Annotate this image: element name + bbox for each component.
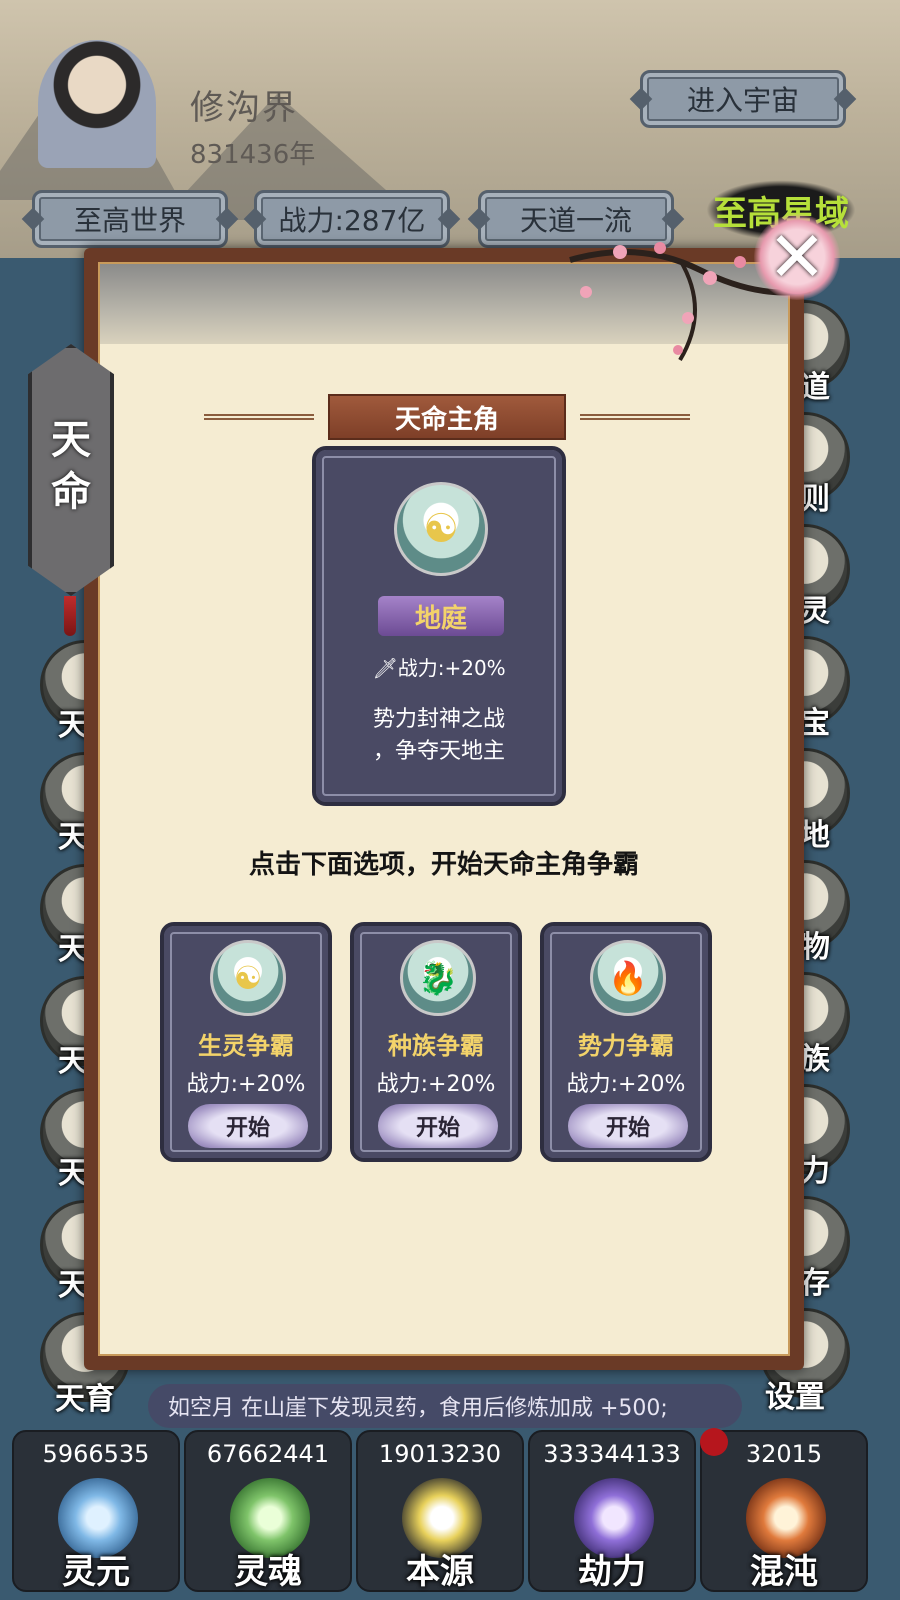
destiny-panel-body: 天命主角 ☯ 地庭 🗡战力:+20% 势力封神之战 ，争夺天地主 点击下面选项，…	[98, 262, 790, 1356]
left-menu-label: 天育	[55, 1382, 115, 1417]
sword-icon: 🗡	[372, 656, 398, 680]
section-header: 天命主角	[100, 394, 788, 440]
enter-universe-button[interactable]: 进入宇宙	[640, 70, 846, 128]
destiny-panel: 天命主角 ☯ 地庭 🗡战力:+20% 势力封神之战 ，争夺天地主 点击下面选项，…	[84, 248, 804, 1370]
power-badge[interactable]: 战力:287亿	[254, 190, 450, 248]
resource-value: 333344133	[543, 1440, 681, 1468]
option-power: 战力:+20%	[566, 1072, 686, 1097]
resource-value: 19013230	[378, 1440, 502, 1468]
panel-corner	[100, 264, 122, 286]
flame-icon: 🔥	[590, 940, 666, 1016]
enter-universe-label: 进入宇宙	[686, 84, 799, 117]
resource-linghun[interactable]: 67662441 灵魂	[184, 1430, 352, 1592]
tassel-decoration	[64, 596, 76, 636]
close-button[interactable]: ✕	[754, 214, 840, 300]
panel-corner	[766, 1332, 788, 1354]
option-card-faction[interactable]: 🔥 势力争霸 战力:+20% 开始	[540, 922, 712, 1162]
side-tab-label-1: 天	[51, 417, 91, 463]
player-name: 修沟界	[190, 88, 298, 128]
instruction-text: 点击下面选项，开始天命主角争霸	[248, 850, 639, 880]
player-years: 831436年	[190, 140, 316, 170]
start-button[interactable]: 开始	[188, 1104, 308, 1148]
close-icon: ✕	[767, 216, 827, 298]
dragon-head-icon: 🐉	[400, 940, 476, 1016]
section-title: 天命主角	[328, 394, 566, 440]
resource-lingyuan[interactable]: 5966535 灵元	[12, 1430, 180, 1592]
settings-label: 设置	[765, 1380, 825, 1415]
side-tab-label-2: 命	[51, 469, 91, 515]
news-ticker: 如空月 在山崖下发现灵药，食用后修炼加成 +500;	[148, 1384, 742, 1428]
notification-dot	[700, 1428, 728, 1456]
ticker-text: 如空月 在山崖下发现灵药，食用后修炼加成 +500;	[168, 1396, 668, 1421]
resource-hundun[interactable]: 32015 混沌	[700, 1430, 868, 1592]
main-card-desc-1: 势力封神之战	[372, 707, 505, 732]
side-tab-label: 天 命	[28, 414, 114, 518]
main-card-name: 地庭	[378, 596, 504, 636]
resource-label: 混沌	[750, 1552, 818, 1592]
realm-label: 至高世界	[73, 204, 186, 237]
resource-benyuan[interactable]: 19013230 本源	[356, 1430, 524, 1592]
resource-value: 67662441	[206, 1440, 330, 1468]
panel-corner	[100, 1332, 122, 1354]
option-name: 势力争霸	[578, 1031, 674, 1060]
destiny-side-tab[interactable]: 天 命	[28, 344, 114, 636]
player-avatar[interactable]	[38, 40, 156, 168]
resource-value: 5966535	[42, 1440, 150, 1468]
main-card-desc-2: ，争夺天地主	[372, 739, 505, 764]
option-card-living[interactable]: ☯ 生灵争霸 战力:+20% 开始	[160, 922, 332, 1162]
immortal-portrait-icon: ☯	[394, 482, 488, 576]
header-ornament-left	[204, 414, 314, 420]
option-power: 战力:+20%	[186, 1072, 306, 1097]
resource-label: 灵元	[62, 1552, 130, 1592]
start-button[interactable]: 开始	[568, 1104, 688, 1148]
option-power: 战力:+20%	[376, 1072, 496, 1097]
resource-label: 劫力	[578, 1552, 646, 1592]
immortal-portrait-icon: ☯	[210, 940, 286, 1016]
power-label: 战力:287亿	[278, 204, 426, 237]
resource-label: 灵魂	[234, 1552, 302, 1592]
main-card-power: 战力:+20%	[397, 656, 506, 680]
option-name: 生灵争霸	[198, 1031, 294, 1060]
option-card-race[interactable]: 🐉 种族争霸 战力:+20% 开始	[350, 922, 522, 1162]
resource-label: 本源	[406, 1552, 474, 1592]
resource-jieli[interactable]: 333344133 劫力	[528, 1430, 696, 1592]
option-name: 种族争霸	[388, 1031, 484, 1060]
main-destiny-card[interactable]: ☯ 地庭 🗡战力:+20% 势力封神之战 ，争夺天地主	[312, 446, 566, 806]
start-button[interactable]: 开始	[378, 1104, 498, 1148]
realm-badge[interactable]: 至高世界	[32, 190, 228, 248]
main-card-power-row: 🗡战力:+20%	[316, 652, 562, 681]
header-ornament-right	[580, 414, 690, 420]
